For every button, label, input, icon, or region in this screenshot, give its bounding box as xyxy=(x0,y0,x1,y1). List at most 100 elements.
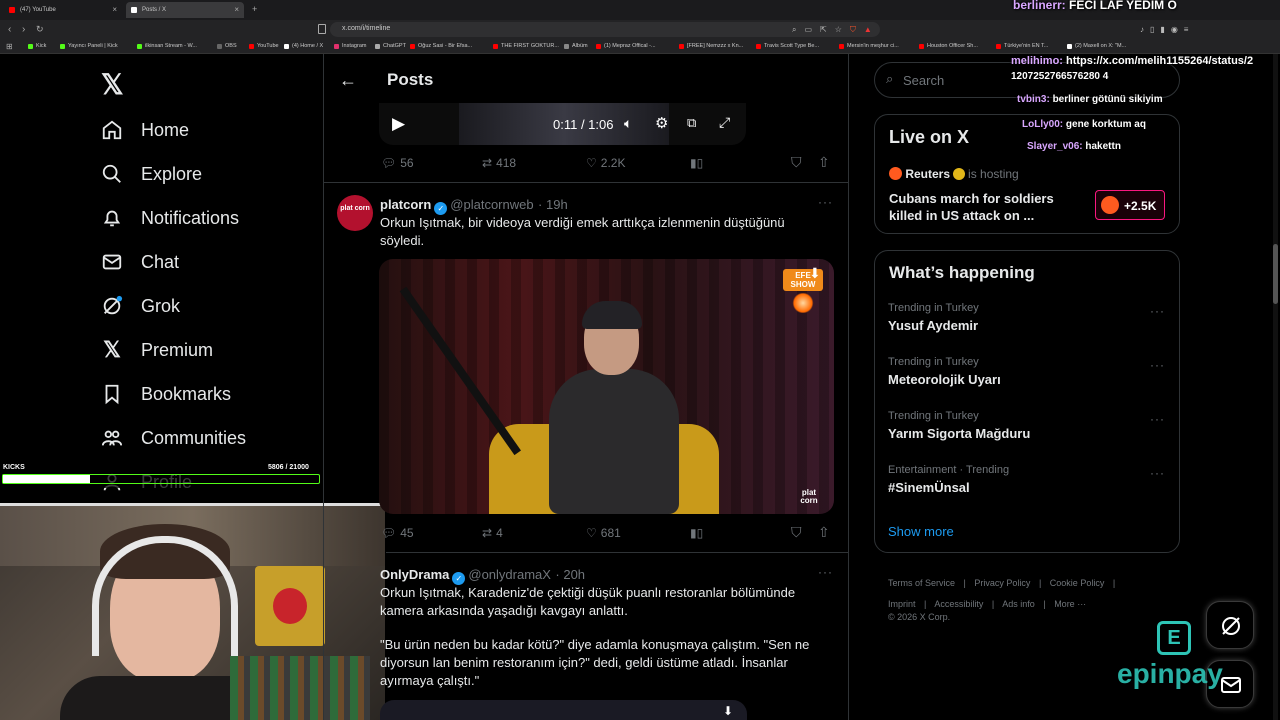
author-handle[interactable]: @platcornweb xyxy=(450,197,533,212)
volume-icon[interactable]: 🔈︎ xyxy=(624,115,632,132)
sidebar-item-grok[interactable]: Grok xyxy=(100,291,180,321)
post-header: platcorn ✓ @platcornweb · 19h xyxy=(380,196,568,215)
sidebar-item-notifications[interactable]: Notifications xyxy=(100,203,239,233)
bookmark-item[interactable]: [FREE] Nemzzz x Kn... xyxy=(679,43,743,49)
bookmark-item[interactable]: Mersin'in meşhur ci... xyxy=(839,43,899,49)
avatar[interactable]: plat corn xyxy=(337,195,373,231)
rewards-icon[interactable]: ▲ xyxy=(864,25,872,35)
avatar-text: plat corn xyxy=(340,205,370,212)
share-icon[interactable]: ⇧ xyxy=(818,154,830,171)
bookmark-item[interactable]: Yayıncı Paneli | Kick xyxy=(60,43,118,49)
bookmark-item[interactable]: Houston Officer Sh... xyxy=(919,43,978,49)
post-media[interactable]: ⬇ xyxy=(380,700,747,720)
bookmark-icon[interactable]: ⛉ xyxy=(791,154,802,171)
chat-text: gene korktum aq xyxy=(1065,119,1146,130)
download-icon[interactable]: ⬇ xyxy=(723,704,733,718)
bookmark-item[interactable]: (1) Mepraz Offical -... xyxy=(596,43,656,49)
x-logo-icon[interactable]: 𝕏 xyxy=(101,68,124,101)
kicks-progress-fill xyxy=(3,475,91,483)
reply-button[interactable]: 💬︎ 45 xyxy=(381,526,414,540)
author-name[interactable]: platcorn xyxy=(380,197,431,212)
sidebar-item-premium[interactable]: 𝕏 Premium xyxy=(100,335,213,365)
back-arrow-icon[interactable]: ← xyxy=(339,70,357,91)
new-tab-icon[interactable]: + xyxy=(252,4,257,14)
footer-link[interactable]: Accessibility xyxy=(934,599,983,609)
more-options-icon[interactable]: ··· xyxy=(1150,466,1165,480)
bookmark-item[interactable]: Kick xyxy=(28,43,46,49)
bookmark-item[interactable]: Instagram xyxy=(334,43,366,49)
footer-link[interactable]: Cookie Policy xyxy=(1050,578,1105,588)
forward-icon[interactable]: › xyxy=(22,24,25,35)
footer-link[interactable]: Terms of Service xyxy=(888,578,955,588)
bookmark-item[interactable]: Travis Scott Type Be... xyxy=(756,43,819,49)
sidebar-item-home[interactable]: Home xyxy=(100,115,189,145)
repost-button[interactable]: ⇄ 418 xyxy=(482,156,516,170)
live-host[interactable]: Reuters is hosting xyxy=(889,167,1019,181)
play-icon[interactable]: ▶ xyxy=(392,114,405,134)
views-icon[interactable]: ▮▯ xyxy=(690,526,703,540)
browser-tab-x[interactable]: Posts / X × xyxy=(126,2,244,18)
more-options-icon[interactable]: ··· xyxy=(1150,412,1165,426)
bookmark-item[interactable]: (4) Home / X xyxy=(284,43,323,49)
footer-link[interactable]: Imprint xyxy=(888,599,916,609)
trend-item[interactable]: Entertainment · Trending #SinemÜnsal ··· xyxy=(888,464,1168,504)
cast-icon[interactable]: ▭ xyxy=(804,25,812,35)
grok-floating-button[interactable] xyxy=(1206,601,1254,649)
share-icon[interactable]: ⇱ xyxy=(820,25,827,35)
like-button[interactable]: ♡ 681 xyxy=(586,526,621,540)
sidebar-item-bookmarks[interactable]: Bookmarks xyxy=(100,379,231,409)
author-name[interactable]: OnlyDrama xyxy=(380,567,449,582)
views-icon[interactable]: ▮▯ xyxy=(690,156,703,170)
fullscreen-icon[interactable]: ⤢ xyxy=(719,114,730,131)
more-options-icon[interactable]: ··· xyxy=(818,565,833,579)
brave-shield-icon[interactable]: ⛉ xyxy=(850,25,856,35)
more-options-icon[interactable]: ··· xyxy=(818,195,833,209)
live-listeners[interactable]: +2.5K xyxy=(1095,190,1165,220)
video-player[interactable]: ▶ 0:11 / 1:06 🔈︎ ⚙ ⧉ ⤢ xyxy=(379,103,746,145)
bookmark-item[interactable]: Oğuz Sasi - Bir Efsa... xyxy=(410,43,472,49)
show-more-link[interactable]: Show more xyxy=(888,524,954,539)
bookmark-item[interactable]: ilkinsan Stream - W... xyxy=(137,43,197,49)
bookmark-page-icon[interactable] xyxy=(318,24,326,34)
browser-tab-youtube[interactable]: (47) YouTube × xyxy=(4,2,122,18)
bookmark-item[interactable]: Albüm xyxy=(564,43,588,49)
footer-link[interactable]: Ads info xyxy=(1002,599,1035,609)
settings-gear-icon[interactable]: ⚙ xyxy=(655,114,668,132)
scrollbar-thumb[interactable] xyxy=(1273,244,1278,304)
bookmark-item[interactable]: OBS xyxy=(217,43,237,49)
bookmark-icon[interactable]: ⛉ xyxy=(791,524,802,541)
post-time[interactable]: · 20h xyxy=(555,567,585,582)
reply-button[interactable]: 💬︎ 56 xyxy=(381,156,414,170)
sidebar-item-chat[interactable]: Chat xyxy=(100,247,179,277)
trend-item[interactable]: Trending in Turkey Meteorolojik Uyarı ··… xyxy=(888,356,1168,396)
more-options-icon[interactable]: ··· xyxy=(1150,304,1165,318)
download-icon[interactable]: ⬇ xyxy=(809,265,821,282)
chat-text: https://x.com/melih1155264/status/2 xyxy=(1066,55,1254,67)
back-icon[interactable]: ‹ xyxy=(8,24,11,35)
post-media[interactable]: EFE SHOW ⬇ plat corn xyxy=(379,259,834,514)
footer-link[interactable]: Privacy Policy xyxy=(974,578,1030,588)
star-icon[interactable]: ☆ xyxy=(835,25,842,35)
apps-grid-icon[interactable]: ⊞ xyxy=(6,42,13,51)
bookmark-item[interactable]: THE FIRST GOKTUR... xyxy=(493,43,559,49)
more-options-icon[interactable]: ··· xyxy=(1150,358,1165,372)
repost-button[interactable]: ⇄ 4 xyxy=(482,526,503,540)
bookmark-item[interactable]: ChatGPT xyxy=(375,43,406,49)
zoom-icon[interactable]: ⌕ xyxy=(792,25,796,35)
sidebar-item-explore[interactable]: Explore xyxy=(100,159,202,189)
bookmark-item[interactable]: YouTube xyxy=(249,43,279,49)
author-handle[interactable]: @onlydramaX xyxy=(468,567,551,582)
share-icon[interactable]: ⇧ xyxy=(818,524,830,541)
post-time[interactable]: · 19h xyxy=(538,197,568,212)
live-headline[interactable]: Cubans march for soldiers killed in US a… xyxy=(889,190,1079,224)
close-tab-icon[interactable]: × xyxy=(234,5,239,14)
reload-icon[interactable]: ↻ xyxy=(36,24,44,35)
footer-link[interactable]: More ··· xyxy=(1054,599,1086,609)
trend-title: #SinemÜnsal xyxy=(888,480,970,495)
trend-item[interactable]: Trending in Turkey Yusuf Aydemir ··· xyxy=(888,302,1168,342)
pip-icon[interactable]: ⧉ xyxy=(687,115,696,131)
sidebar-item-communities[interactable]: Communities xyxy=(100,423,246,453)
close-tab-icon[interactable]: × xyxy=(112,5,117,14)
trend-item[interactable]: Trending in Turkey Yarım Sigorta Mağduru… xyxy=(888,410,1168,450)
like-button[interactable]: ♡ 2.2K xyxy=(586,156,625,170)
